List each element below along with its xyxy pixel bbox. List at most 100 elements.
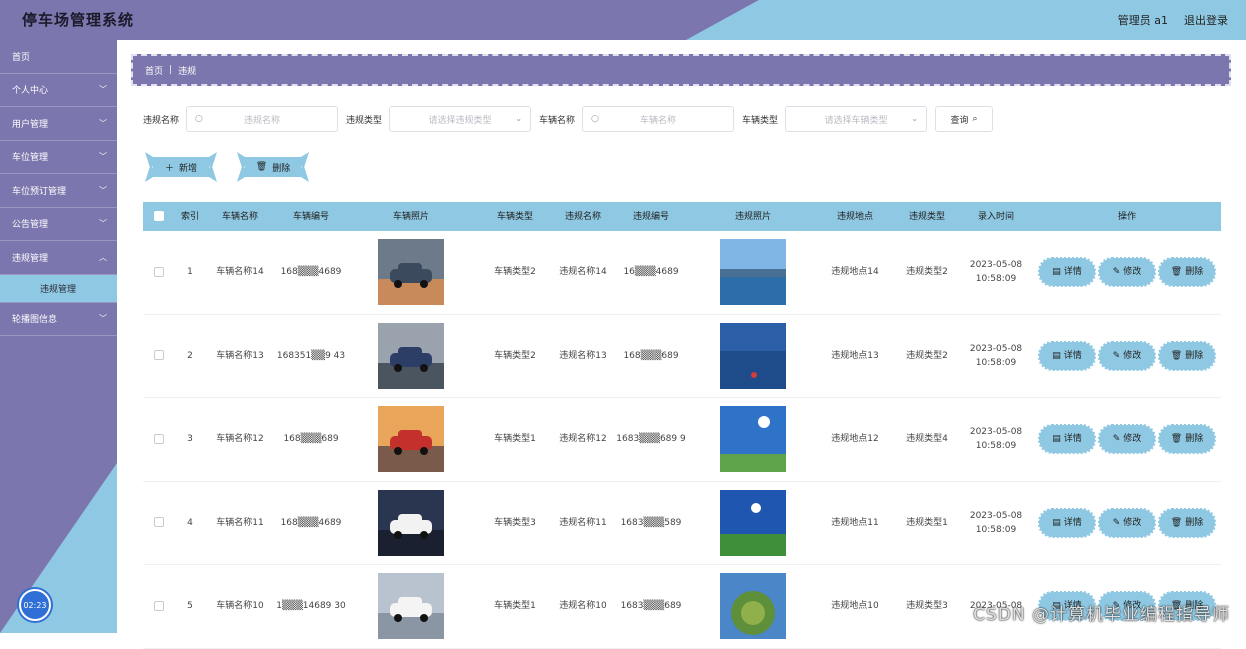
row-index: 2 [187,350,193,361]
violation-type-cell: 违规类型2 [906,267,948,278]
pencil-icon: ✎ [1112,434,1121,445]
violation-type-label: 违规类型 [346,115,383,126]
sidebar-item-label: 用户管理 [12,119,49,130]
trash-icon: 🗑 [1170,434,1183,445]
detail-button[interactable]: ▤ 详情 [1038,340,1096,371]
entry-time-cell: 2023-05-08 10:58:09 [959,342,1033,370]
row-checkbox[interactable] [143,599,175,613]
trash-icon: 🗑 [1170,267,1183,278]
detail-button[interactable]: ▤ 详情 [1038,507,1096,538]
detail-button[interactable]: ▤ 详情 [1038,257,1096,288]
violations-table: 索引 车辆名称 车辆编号 车辆照片 车辆类型 违规名称 违规编号 违规照片 违规地点 违规类型 录入… [143,202,1221,649]
vehicle-name-input[interactable]: ○ 车辆名称 [582,106,735,132]
violation-location-cell: 违规地点14 [831,267,879,278]
delete-button[interactable]: 🗑 删除 [1158,507,1216,538]
edit-button[interactable]: ✎ 修改 [1098,507,1156,538]
sidebar-item-3[interactable]: 车位管理 ﹀ [0,141,117,174]
entry-clock: 10:58:09 [975,274,1017,285]
vehicle-name-label: 车辆名称 [539,115,576,126]
main-content: 首页 | 违规 违规名称 ○ 违规名称 违规类型 请选择违规类型 ⌄ 车辆名称 … [117,40,1246,649]
row-index: 4 [187,517,193,528]
sidebar-item-label: 车位预订管理 [12,186,67,197]
sidebar-item-label: 轮播图信息 [12,315,58,326]
vehicle-photo [347,573,475,640]
vehicle-photo [347,406,475,473]
sidebar-item-0[interactable]: 首页 [0,40,117,74]
violation-photo [691,239,815,306]
table-row: 1 车辆名称14 168▒▒▒4689 车辆类型2 违规名称14 16▒▒▒4689 违规地… [143,231,1221,315]
document-icon: ▤ [1052,267,1061,278]
sidebar-item-6[interactable]: 违规管理 ︿ [0,241,117,275]
chevron-down-icon: ﹀ [99,185,107,195]
edit-button[interactable]: ✎ 修改 [1098,257,1156,288]
sidebar-item-label: 违规管理 [12,253,49,264]
vehicle-name-cell: 车辆名称13 [216,350,264,361]
row-operations: ▤ 详情 ✎ 修改 🗑 删除 [1033,424,1221,455]
breadcrumb: 首页 | 违规 [131,54,1231,86]
sidebar-item-1[interactable]: 个人中心 ﹀ [0,74,117,107]
violation-type-cell: 违规类型2 [906,350,948,361]
entry-date: 2023-05-08 [969,510,1023,521]
edit-button[interactable]: ✎ 修改 [1098,424,1156,455]
edit-button[interactable]: ✎ 修改 [1098,340,1156,371]
breadcrumb-separator: | [169,65,173,75]
sidebar-item-label: 公告管理 [12,220,49,231]
violation-type-select[interactable]: 请选择违规类型 ⌄ [389,106,532,132]
column-header: 操作 [1117,211,1136,222]
sidebar: 首页 个人中心 ﹀ 用户管理 ﹀ 车位管理 ﹀ 车位预订管理 ﹀ 公告管理 ﹀ 违规管理 ︿ 违规管理 轮播… [0,40,117,633]
violation-photo [691,573,815,640]
delete-button[interactable]: 🗑 删除 [1158,257,1216,288]
logout-button[interactable]: 退出登录 [1184,12,1228,28]
violation-name-cell: 违规名称10 [559,601,607,612]
query-button[interactable]: 查询 ⌕ [935,106,994,132]
search-form: 违规名称 ○ 违规名称 违规类型 请选择违规类型 ⌄ 车辆名称 ○ 车辆名称 车… [143,106,994,132]
pencil-icon: ✎ [1112,517,1121,528]
row-index: 5 [187,601,193,612]
detail-button[interactable]: ▤ 详情 [1038,424,1096,455]
violation-number-cell: 1683▒▒▒689 [620,601,682,612]
vehicle-type-cell: 车辆类型2 [494,267,536,278]
breadcrumb-home[interactable]: 首页 [145,64,163,77]
row-operations: ▤ 详情 ✎ 修改 🗑 删除 [1033,507,1221,538]
column-header: 车辆名称 [221,211,258,222]
batch-delete-button[interactable]: 🗑 删除 [237,152,309,182]
sidebar-item-2[interactable]: 用户管理 ﹀ [0,107,117,141]
chevron-down-icon: ﹀ [99,85,107,95]
vehicle-type-cell: 车辆类型2 [494,350,536,361]
watermark: CSDN @计算机毕业编程指导师 [973,605,1230,625]
vehicle-name-cell: 车辆名称11 [216,517,264,528]
vehicle-number-cell: 1▒▒▒14689 30 [276,601,346,612]
sidebar-subitem-violations[interactable]: 违规管理 [0,274,117,303]
chevron-down-icon: ﹀ [99,219,107,229]
clock-badge[interactable]: 02:23 [19,589,51,621]
trash-icon: 🗑 [1170,350,1183,361]
violation-photo [691,322,815,389]
entry-date: 2023-05-08 [969,260,1023,271]
vehicle-photo [347,239,475,306]
chevron-down-icon: ⌄ [911,114,919,123]
sidebar-item-4[interactable]: 车位预订管理 ﹀ [0,174,117,208]
chevron-down-icon: ﹀ [99,152,107,162]
add-button[interactable]: ＋新增 [145,152,217,182]
row-operations: ▤ 详情 ✎ 修改 🗑 删除 [1033,257,1221,288]
violation-name-input[interactable]: ○ 违规名称 [186,106,339,132]
sidebar-menu: 首页 个人中心 ﹀ 用户管理 ﹀ 车位管理 ﹀ 车位预订管理 ﹀ 公告管理 ﹀ 违规管理 ︿ 违规管理 轮播… [0,40,117,336]
plus-icon: ＋ [164,163,174,174]
sidebar-item-label: 个人中心 [12,86,49,97]
sidebar-item-5[interactable]: 公告管理 ﹀ [0,208,117,241]
vehicle-name-cell: 车辆名称10 [216,601,264,612]
row-checkbox[interactable] [143,432,175,446]
vehicle-number-cell: 168351▒▒9 43 [276,350,346,361]
vehicle-number-cell: 168▒▒▒4689 [280,517,342,528]
row-checkbox[interactable] [143,265,175,279]
current-user-label[interactable]: 管理员 a1 [1118,12,1168,28]
row-checkbox[interactable] [143,516,175,530]
vehicle-type-select[interactable]: 请选择车辆类型 ⌄ [785,106,928,132]
select-all-checkbox[interactable] [143,210,175,224]
sidebar-item-8[interactable]: 轮播图信息 ﹀ [0,303,117,336]
delete-button[interactable]: 🗑 删除 [1158,340,1216,371]
row-checkbox[interactable] [143,349,175,363]
delete-button[interactable]: 🗑 删除 [1158,424,1216,455]
sidebar-item-label: 车位管理 [12,153,49,164]
header-user-area: 管理员 a1 退出登录 [1118,12,1228,28]
